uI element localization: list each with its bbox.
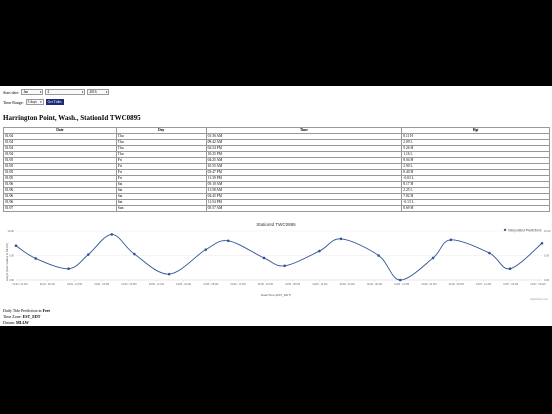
- data-point: [339, 237, 343, 241]
- y-tick-label-right: 0.00: [544, 278, 550, 282]
- x-tick-label: 01/07 - 04 AM: [503, 283, 518, 286]
- data-point: [283, 264, 286, 268]
- x-tick-label: 01/07 - 12 AM: [476, 283, 491, 286]
- data-point: [377, 254, 380, 257]
- x-axis-label: Date/Time (EST_EDT): [261, 293, 291, 297]
- x-tick-label: 01/06 - 04 PM: [421, 283, 436, 286]
- data-point: [87, 253, 90, 256]
- data-point: [398, 278, 402, 282]
- x-tick-label: 01/06 - 04 AM: [340, 283, 355, 286]
- table-cell: 8.69 H: [401, 205, 550, 212]
- data-point: [204, 248, 208, 251]
- data-point: [226, 239, 230, 243]
- x-tick-label: 01/04 - 08 PM: [122, 283, 137, 286]
- x-tick-label: 01/05 - 04 AM: [176, 283, 191, 286]
- data-point: [14, 244, 18, 247]
- month-select[interactable]: Jan ▾: [21, 89, 44, 95]
- tide-table: Date Day Time Hgt 01/04 Thu 01:36 AM 8.11 H 01/…: [3, 127, 550, 212]
- series-line: [15, 233, 543, 281]
- data-point: [262, 256, 266, 260]
- time-range-select[interactable]: 3 days ▾: [25, 99, 44, 105]
- day-select[interactable]: 4 ▾: [45, 89, 86, 95]
- timezone-info: Time Zone: EST_EDT: [3, 314, 41, 319]
- data-point: [318, 249, 321, 253]
- page: Start date: Jan ▾ 4 ▾ 2016 ▾ Time Range: 3 …: [0, 86, 552, 326]
- x-tick-label: 01/04 - 12 PM: [67, 283, 82, 286]
- x-tick-label: 01/06 - 12 AM: [312, 283, 327, 286]
- chevron-down-icon: ▾: [40, 100, 42, 104]
- year-select[interactable]: 2016 ▾: [87, 89, 110, 95]
- table-cell: 05:57 AM: [205, 205, 403, 212]
- time-range-row: Time Range: 3 days ▾ Get Tides: [3, 99, 64, 105]
- plot-area: 10.00 10.005.00 5.000.00 0.0001/04 - 04 AM 0…: [8, 229, 552, 286]
- data-point: [110, 233, 114, 236]
- data-point: [540, 241, 544, 245]
- time-range-label: Time Range:: [3, 99, 24, 105]
- y-axis-label: Height (Feet relative to MLLW): [5, 243, 9, 281]
- datum-info: Datum: MLLW: [3, 320, 29, 325]
- start-date-label: Start date:: [3, 89, 20, 95]
- x-tick-label: 01/07 - 08 AM: [531, 283, 546, 286]
- y-tick-label: 5.00: [9, 254, 15, 258]
- table-cell: 01/07: [3, 205, 117, 212]
- units-info: Daily Tide Prediction in Feet: [3, 308, 50, 313]
- x-tick-label: 01/06 - 08 AM: [367, 283, 382, 286]
- chart-title: StationId TWC0895: [256, 222, 296, 227]
- x-tick-label: 01/06 - 08 PM: [449, 283, 464, 286]
- data-point: [488, 251, 491, 255]
- y-tick-label-right: 10.00: [544, 229, 551, 233]
- chart-legend[interactable]: Interpolated Predictions: [503, 229, 542, 233]
- table-row: 01/07 Sun 05:57 AM 8.69 H: [3, 205, 550, 212]
- y-tick-label: 10.00: [8, 229, 15, 233]
- data-point: [67, 267, 70, 271]
- x-tick-label: 01/05 - 12 AM: [149, 283, 164, 286]
- get-tides-button[interactable]: Get Tides: [45, 99, 64, 105]
- data-point: [167, 272, 171, 276]
- table-cell: Sun: [115, 205, 207, 212]
- data-point: [34, 257, 38, 260]
- start-date-row: Start date: Jan ▾ 4 ▾ 2016 ▾: [3, 89, 110, 95]
- chevron-down-icon: ▾: [105, 90, 108, 94]
- y-tick-label: 0.00: [9, 278, 15, 282]
- chevron-down-icon: ▾: [39, 90, 42, 94]
- chevron-down-icon: ▾: [81, 90, 84, 94]
- y-tick-label-right: 5.00: [544, 254, 550, 258]
- x-tick-label: 01/05 - 04 PM: [258, 283, 273, 286]
- data-point: [449, 238, 453, 242]
- chart-credit: Highcharts.com: [530, 297, 548, 301]
- x-tick-label: 01/04 - 08 AM: [40, 283, 55, 286]
- x-tick-label: 01/04 - 04 AM: [13, 283, 28, 286]
- x-tick-label: 01/05 - 12 PM: [231, 283, 246, 286]
- page-title: Harrington Point, Wash., StationId TWC08…: [3, 114, 141, 122]
- data-point: [133, 252, 136, 256]
- data-point: [508, 267, 512, 271]
- x-tick-label: 01/05 - 08 AM: [203, 283, 218, 286]
- x-tick-label: 01/06 - 12 PM: [394, 283, 409, 286]
- x-tick-label: 01/05 - 08 PM: [285, 283, 300, 286]
- legend-label: Interpolated Predictions: [508, 229, 542, 233]
- x-tick-label: 01/04 - 04 PM: [94, 283, 109, 286]
- table-body: 01/04 Thu 01:36 AM 8.11 H 01/04 Thu 09:42 AM 2.…: [3, 133, 550, 212]
- tide-chart: StationId TWC0895 Interpolated Predictio…: [5, 222, 552, 301]
- data-point: [431, 256, 435, 260]
